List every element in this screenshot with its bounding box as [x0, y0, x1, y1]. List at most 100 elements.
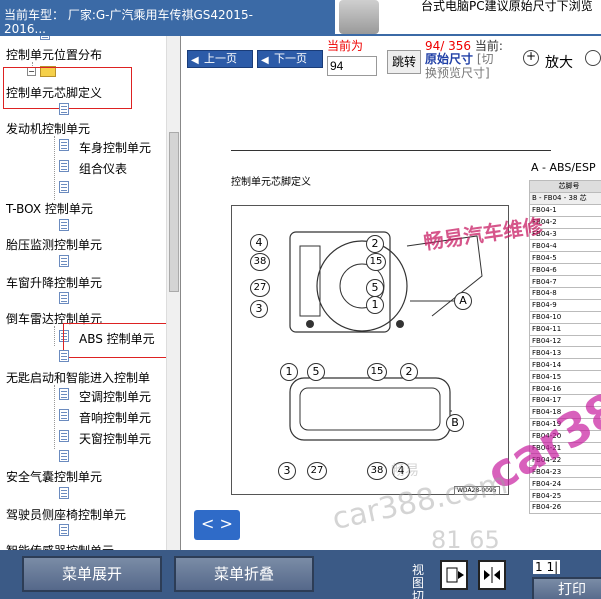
document-icon	[59, 524, 69, 536]
view-switch-label: 视图切	[412, 563, 425, 599]
document-icon	[59, 219, 69, 231]
watermark-text: 畅易	[391, 463, 419, 479]
document-icon	[59, 139, 69, 151]
callout-label: 4	[250, 234, 268, 252]
single-page-glyph	[446, 567, 464, 583]
callout-label: 5	[307, 363, 325, 381]
page-count-value: 94/ 356	[425, 39, 472, 53]
callout-label: 1	[280, 363, 298, 381]
prev-page-button[interactable]: ◀ 上一页	[187, 50, 253, 68]
tree-item-smart-sensor[interactable]: 智能传感器控制单元	[6, 542, 114, 550]
document-icon	[59, 103, 69, 115]
table-row: FB04-9	[529, 298, 601, 312]
table-row: FB04-25	[529, 489, 601, 503]
callout-label: 3	[278, 462, 296, 480]
bottom-bar: 菜单展开 菜单折叠 视图切 1 1| 打印	[0, 550, 601, 599]
document-icon	[59, 350, 69, 362]
table-header: 芯脚号	[529, 180, 601, 193]
table-row: FB04-12	[529, 334, 601, 348]
switch-preview-link[interactable]: 原始尺寸 [切换预览尺寸]	[425, 52, 505, 80]
computer-icon	[339, 0, 379, 34]
current-vehicle-text: 当前车型： 厂家:G-广汽乘用车传祺GS42015- 2016...	[4, 8, 294, 36]
tree-branch-line	[54, 136, 55, 200]
sidebar-toggle-button[interactable]: < >	[194, 510, 240, 540]
table-row: FB04-5	[529, 251, 601, 265]
tree-item-instrument-cluster[interactable]: 组合仪表	[79, 160, 127, 177]
tree-item-window-lift[interactable]: 车窗升降控制单元	[6, 274, 102, 291]
tree-item-body-control[interactable]: 车身控制单元	[79, 139, 151, 156]
fit-width-view-icon[interactable]	[478, 560, 506, 590]
table-row: FB04-8	[529, 287, 601, 300]
prev-page-label: 上一页	[204, 52, 237, 65]
tree-item-sunroof[interactable]: 天窗控制单元	[79, 430, 151, 447]
document-viewer: 控制单元芯脚定义 A - ABS/ESP 4 2 38 15 27 5 3 1 …	[181, 84, 601, 550]
header-bar: 当前车型： 厂家:G-广汽乘用车传祺GS42015- 2016... 台式电脑P…	[0, 0, 601, 36]
tree-item-location[interactable]: 控制单元位置分布	[6, 46, 102, 63]
print-button[interactable]: 打印	[532, 577, 601, 599]
zoom-out-icon[interactable]	[585, 50, 601, 66]
callout-label: 15	[367, 363, 387, 381]
tree-item-ac[interactable]: 空调控制单元	[79, 388, 151, 405]
document-icon	[59, 388, 69, 400]
original-size-label: 原始尺寸	[425, 52, 474, 66]
page-number-input[interactable]	[327, 56, 377, 76]
callout-label: 5	[366, 279, 384, 297]
tree-item-tbox[interactable]: T-BOX 控制单元	[6, 200, 93, 217]
tree-item-tire-pressure[interactable]: 胎压监测控制单元	[6, 236, 102, 253]
page-indicator: 1 1|	[533, 560, 561, 574]
next-page-label: 下一页	[274, 52, 307, 65]
table-row: FB04-11	[529, 322, 601, 336]
selection-highlight	[63, 323, 177, 358]
document-icon	[59, 487, 69, 499]
document-icon	[59, 160, 69, 172]
vehicle-line-2: 2016...	[4, 22, 46, 36]
banner-text: 台式电脑PC建议原始尺寸下浏览	[421, 0, 593, 13]
document-icon	[59, 409, 69, 421]
menu-expand-button[interactable]: 菜单展开	[22, 556, 162, 592]
callout-label: 15	[366, 253, 386, 271]
document-icon	[40, 36, 50, 40]
callout-label: 27	[307, 462, 327, 480]
table-row: FB04-10	[529, 310, 601, 324]
tree-item-keyless-entry[interactable]: 无匙启动和智能进入控制单	[6, 369, 150, 386]
table-row: FB04-13	[529, 346, 601, 360]
tree-item-engine[interactable]: 发动机控制单元	[6, 120, 90, 137]
single-page-view-icon[interactable]	[440, 560, 468, 590]
vehicle-line-1: 当前车型： 厂家:G-广汽乘用车传祺GS42015-	[4, 8, 253, 22]
zoom-in-label[interactable]: 放大	[545, 52, 573, 72]
menu-tree: 控制单元位置分布 − 控制单元芯脚定义 发动机控制单元 车身控制单元 组合仪表 …	[0, 36, 181, 550]
document-icon	[59, 430, 69, 442]
menu-collapse-button[interactable]: 菜单折叠	[174, 556, 314, 592]
table-row: FB04-7	[529, 275, 601, 289]
table-row: FB04-14	[529, 358, 601, 372]
callout-label: 27	[250, 279, 270, 297]
table-section: B - FB04 - 38 芯	[529, 191, 601, 205]
document-icon	[59, 181, 69, 193]
tree-branch-line	[54, 385, 55, 449]
scrollbar-thumb[interactable]	[169, 132, 179, 292]
document-icon	[59, 255, 69, 267]
arrow-left-icon: ◀	[191, 55, 199, 66]
document-icon	[59, 292, 69, 304]
current-page-label: 当前为	[327, 39, 364, 53]
table-row: FB04-6	[529, 263, 601, 277]
tree-branch-line	[54, 326, 55, 346]
tree-item-driver-seat[interactable]: 驾驶员侧座椅控制单元	[6, 506, 126, 523]
next-page-button[interactable]: ◀ 下一页	[257, 50, 323, 68]
callout-label: 2	[366, 235, 384, 253]
jump-button[interactable]: 跳转	[387, 50, 421, 74]
callout-label: 38	[367, 462, 387, 480]
page-toolbar: ◀ 上一页 ◀ 下一页 当前为 跳转 94/ 356 当前: 原始尺寸 [切换预…	[181, 36, 601, 84]
document-icon	[59, 450, 69, 462]
callout-label: A	[454, 292, 472, 310]
tree-item-audio[interactable]: 音响控制单元	[79, 409, 151, 426]
callout-label: 2	[400, 363, 418, 381]
tree-scrollbar[interactable]	[166, 36, 180, 550]
header-rule	[231, 150, 551, 151]
advice-banner: 台式电脑PC建议原始尺寸下浏览	[335, 0, 601, 34]
watermark-text: 81 65	[431, 526, 500, 550]
callout-label: 38	[250, 253, 270, 271]
table-row: FB04-26	[529, 501, 601, 514]
tree-item-airbag[interactable]: 安全气囊控制单元	[6, 468, 102, 485]
callout-label: B	[446, 414, 464, 432]
